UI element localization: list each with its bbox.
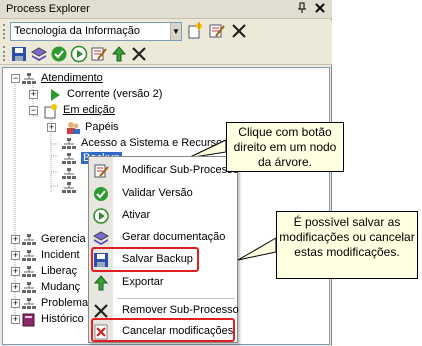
menu-separator [117,298,235,299]
documentation-icon [92,230,110,246]
menu-item-gerar-doc[interactable]: Gerar documentação [89,227,237,249]
menu-item-label: Modificar Sub-Processo [122,164,239,176]
process-tree-icon [61,180,77,196]
menu-item-label: Gerar documentação [122,231,226,243]
play-icon [47,87,63,103]
process-tree-icon [21,71,37,87]
combo-toolbar: Tecnologia da Informação ▼ [0,20,332,43]
export-icon [93,275,109,291]
menu-item-label: Ativar [122,209,151,221]
collapse-toggle[interactable]: − [29,106,38,115]
pin-icon[interactable] [296,2,308,17]
tree-node-label: Acesso a Sistema e Recursos [81,137,228,149]
toolbar-grip[interactable] [3,46,6,61]
layers-icon[interactable] [30,45,48,63]
expand-toggle[interactable]: + [11,235,20,244]
toolbar-grip[interactable] [3,24,6,39]
edit-process-icon[interactable] [208,22,226,40]
menu-item-exportar[interactable]: Exportar [89,272,237,294]
delete-icon[interactable] [230,22,248,40]
close-icon[interactable] [313,1,327,16]
users-icon [65,120,81,136]
new-process-icon[interactable] [186,22,204,40]
activate-icon[interactable] [70,45,88,63]
collapse-toggle[interactable]: − [11,74,20,83]
callout-save-info: É possível salvar as modificações ou can… [276,211,418,279]
tree-node-label: Liberaç [41,265,78,277]
menu-item-label: Exportar [122,276,164,288]
edit-icon [93,163,109,179]
process-tree-icon [21,232,37,248]
menu-item-modificar[interactable]: Modificar Sub-Processo [89,160,239,182]
callout-text: Clique com botão direito em um nodo da á… [233,125,337,169]
panel-title: Process Explorer [6,3,90,15]
expand-toggle[interactable]: + [11,315,20,324]
expand-toggle[interactable]: + [47,123,56,132]
menu-item-ativar[interactable]: Ativar [89,205,237,227]
process-tree-icon [61,151,77,167]
validate-icon[interactable] [50,45,68,63]
remove-icon [93,303,109,319]
tree-node-label: Gerencia [41,233,86,245]
callout-text: É possível salvar as modificações ou can… [279,215,415,259]
highlight-salvar-backup [91,247,199,272]
expand-toggle[interactable]: + [29,90,38,99]
menu-item-label: Validar Versão [122,187,193,199]
panel-titlebar: Process Explorer [0,0,332,19]
tree-node-label: Corrente (versão 2) [67,88,163,100]
expand-toggle[interactable]: + [11,267,20,276]
expand-toggle[interactable]: + [11,299,20,308]
validate-icon [93,186,109,202]
tree-node-label: Incident [41,249,80,261]
process-tree-icon [21,296,37,312]
delete-icon[interactable] [130,45,148,63]
history-book-icon [21,312,37,328]
process-tree-icon [21,264,37,280]
tree-node-label: Problema [41,297,89,309]
tree-node-label: Histórico [41,313,84,325]
process-tree-icon [21,280,37,296]
save-icon[interactable] [10,45,28,63]
menu-item-label: Remover Sub-Processo [122,304,239,316]
tree-node-label: Papéis [85,121,119,133]
edit-document-icon [43,103,59,119]
process-tree-icon [61,136,77,152]
expand-toggle[interactable]: + [11,283,20,292]
menu-item-validar[interactable]: Validar Versão [89,183,237,205]
main-toolbar [0,43,332,65]
highlight-cancelar [91,318,235,342]
tree-node-label: Mudanç [41,281,81,293]
area-combo-value: Tecnologia da Informação [14,25,140,37]
tree-node-label: Em edição [63,104,115,116]
activate-icon [93,208,109,224]
process-tree-icon [21,248,37,264]
chevron-down-icon[interactable]: ▼ [170,23,181,40]
callout-right-click: Clique com botão direito em um nodo da á… [226,122,344,172]
tree-node-label: Atendimento [41,72,103,84]
edit-icon[interactable] [90,45,108,63]
expand-toggle[interactable]: + [11,251,20,260]
area-combo[interactable]: Tecnologia da Informação ▼ [10,22,182,41]
export-icon[interactable] [110,45,128,63]
